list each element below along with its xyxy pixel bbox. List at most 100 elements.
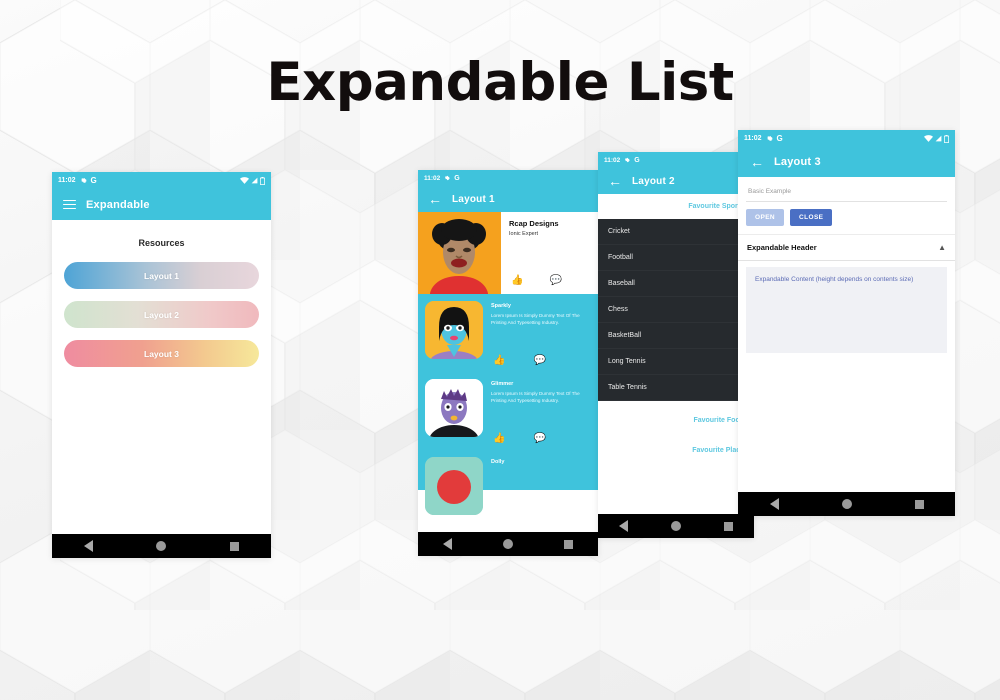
google-icon: G [454,174,460,182]
basic-example-input[interactable]: Basic Example [746,183,947,202]
home-circle-icon[interactable] [502,539,513,549]
list-item[interactable]: BasketBall [598,323,754,349]
back-arrow-icon[interactable]: ← [608,174,622,188]
feature-card-actions: 👍 💬 [511,276,588,286]
list-item[interactable]: Football [598,245,754,271]
hamburger-menu-icon[interactable] [63,199,76,210]
phone3-content: Favourite Sports Cricket Football Baseba… [598,194,754,538]
gear-icon [80,177,87,184]
google-icon: G [776,134,783,143]
layout-2-button[interactable]: Layout 2 [64,301,259,328]
thumbs-up-icon[interactable]: 👍 [511,276,523,286]
list-item[interactable]: Baseball [598,271,754,297]
comment-icon[interactable]: 💬 [533,356,545,366]
comment-icon[interactable]: 💬 [549,276,561,286]
app-bar-title: Layout 2 [632,175,675,187]
home-circle-icon[interactable] [841,499,852,509]
app-bar-title: Layout 1 [452,193,495,205]
recents-square-icon[interactable] [563,539,573,549]
feature-card-name: Rcap Designs [509,219,559,228]
group-header-favourite-sports[interactable]: Favourite Sports [598,194,754,219]
home-circle-icon[interactable] [156,541,167,551]
avatar [425,301,483,359]
android-nav-bar [598,514,754,538]
phone4-content: Basic Example OPEN CLOSE Expandable Head… [738,183,955,516]
section-title-resources: Resources [138,238,185,248]
gear-icon [444,175,450,181]
back-triangle-icon[interactable] [619,520,629,532]
list-item-name: Sparkly [491,303,511,309]
thumbs-up-icon[interactable]: 👍 [493,434,505,444]
status-time: 11:02 [58,177,76,184]
expandable-header[interactable]: Expandable Header ▲ [738,234,955,261]
recents-square-icon[interactable] [914,499,924,509]
list-item[interactable]: Long Tennis [598,349,754,375]
feature-card-illustration [418,212,501,294]
back-arrow-icon[interactable]: ← [428,192,442,206]
thumbs-up-icon[interactable]: 👍 [493,356,505,366]
comment-icon[interactable]: 💬 [533,434,545,444]
status-bar: 11:02 G [598,152,754,168]
feature-card-meta: Rcap Designs Ionic Expert 👍 💬 [501,212,598,294]
status-time: 11:02 [424,174,441,182]
group-header-favourite-place[interactable]: Favourite Place [598,433,754,463]
group-header-favourite-food[interactable]: Favourite Food [598,401,754,433]
layout-1-button[interactable]: Layout 1 [64,262,259,289]
app-bar: Expandable [52,189,271,220]
back-arrow-icon[interactable]: ← [750,155,764,169]
home-circle-icon[interactable] [670,521,681,531]
expandable-header-label: Expandable Header [747,243,817,252]
list-item[interactable]: Chess [598,297,754,323]
list-item[interactable]: Sparkly Lorem Ipsum Is Simply Dummy Text… [418,294,598,372]
signal-icon [935,135,942,142]
google-icon: G [634,156,640,164]
recents-square-icon[interactable] [230,541,240,551]
google-icon: G [90,176,97,185]
back-triangle-icon[interactable] [769,498,779,510]
open-button[interactable]: OPEN [746,209,785,226]
signal-icon [251,177,258,184]
app-bar: ← Layout 1 [418,186,598,212]
status-bar: 11:02 G [418,170,598,186]
chevron-up-icon[interactable]: ▲ [938,243,946,252]
list-item[interactable]: Dolly [418,450,598,515]
feature-card-subtitle: Ionic Expert [509,231,539,237]
list-item[interactable]: Table Tennis [598,375,754,401]
close-button[interactable]: CLOSE [790,209,833,226]
app-bar-title: Layout 3 [774,156,821,168]
wifi-icon [924,135,933,142]
feature-card[interactable]: Rcap Designs Ionic Expert 👍 💬 [418,212,598,294]
android-nav-bar [418,532,598,556]
list-item[interactable]: Cricket [598,219,754,245]
list-item-body: Lorem Ipsum Is Simply Dummy Text Of The … [491,391,580,403]
layout-3-button[interactable]: Layout 3 [64,340,259,367]
list-item-body: Lorem Ipsum Is Simply Dummy Text Of The … [491,313,580,325]
list-item-actions: 👍 💬 [493,356,546,366]
back-triangle-icon[interactable] [83,540,93,552]
status-time: 11:02 [604,156,621,164]
list-item[interactable]: Glimmer Lorem Ipsum Is Simply Dummy Text… [418,372,598,450]
list-item-name: Glimmer [491,381,514,387]
gear-icon [766,135,773,142]
phone2-content: Rcap Designs Ionic Expert 👍 💬 Sparkly Lo… [418,212,598,556]
avatar [425,457,483,515]
android-nav-bar [738,492,955,516]
recents-square-icon[interactable] [723,521,733,531]
battery-icon [260,176,265,185]
screenshot-canvas: Expandable List 11:02 G Expandable Resou… [0,0,1000,700]
avatar [425,379,483,437]
page-title: Expandable List [266,52,734,113]
android-nav-bar [52,534,271,558]
back-triangle-icon[interactable] [443,538,453,550]
phone-mockup-layout-1: 11:02 G ← Layout 1 Rcap Designs Ionic Ex… [418,170,598,556]
phone-mockup-layout-3: 11:02 G ← Layout 3 Basic Example OPEN CL… [738,130,955,516]
list-item-actions: 👍 💬 [493,434,546,444]
action-buttons: OPEN CLOSE [738,202,955,234]
phone-mockup-layout-2: 11:02 G ← Layout 2 Favourite Sports Cric… [598,152,754,538]
app-bar: ← Layout 3 [738,147,955,177]
list-item-name: Dolly [491,459,505,465]
wifi-icon [240,177,249,184]
expandable-content: Expandable Content (height depends on co… [746,267,947,353]
status-time: 11:02 [744,135,762,142]
app-bar: ← Layout 2 [598,168,754,194]
